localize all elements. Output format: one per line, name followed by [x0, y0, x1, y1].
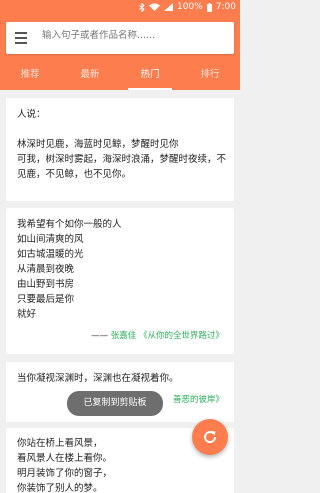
- toast-message: 已复制到剪贴板: [67, 391, 163, 416]
- search-bar: [6, 22, 234, 54]
- tab-bar: 推荐 最新 热门 排行: [0, 60, 240, 90]
- quote-card[interactable]: 人说： 林深时见鹿，海蓝时见鲸，梦醒时见你 可我，树深时雾起，海深时浪涌，梦醒时…: [6, 98, 234, 201]
- tab-ranking[interactable]: 排行: [180, 60, 240, 90]
- battery-icon: [206, 2, 212, 12]
- quote-text: 我希望有个如你一般的人 如山间清爽的风 如古城温暖的光 从清晨到夜晚 由山野到书…: [17, 219, 122, 320]
- tab-popular[interactable]: 热门: [120, 60, 180, 90]
- battery-percent: 100%: [177, 2, 203, 12]
- bluetooth-icon: [139, 2, 145, 12]
- quote-card[interactable]: 我希望有个如你一般的人 如山间清爽的风 如古城温暖的光 从清晨到夜晚 由山野到书…: [6, 208, 234, 354]
- status-bar: 100% 7:00: [0, 0, 240, 16]
- refresh-icon: [204, 431, 217, 444]
- attribution-dash: ——: [91, 331, 109, 341]
- quote-attribution: —— 张嘉佳 《从你的全世界路过》: [91, 329, 224, 341]
- work-link[interactable]: 善恶的彼岸》: [173, 393, 224, 405]
- app-header: 100% 7:00 推荐 最新 热门 排行: [0, 0, 240, 90]
- tab-recommended[interactable]: 推荐: [0, 60, 60, 90]
- menu-icon[interactable]: [15, 32, 27, 44]
- search-input[interactable]: [42, 30, 222, 41]
- refresh-button[interactable]: [192, 419, 228, 455]
- quote-text: 当你凝视深渊时，深渊也在凝视着你。: [17, 373, 179, 384]
- author-link[interactable]: 张嘉佳: [111, 331, 137, 341]
- wifi-icon: [149, 3, 161, 11]
- signal-icon: [164, 3, 174, 11]
- work-link[interactable]: 《从你的全世界路过》: [139, 331, 224, 341]
- quote-text: 人说： 林深时见鹿，海蓝时见鲸，梦醒时见你 可我，树深时雾起，海深时浪涌，梦醒时…: [17, 109, 227, 180]
- tab-latest[interactable]: 最新: [60, 60, 120, 90]
- clock: 7:00: [215, 2, 236, 12]
